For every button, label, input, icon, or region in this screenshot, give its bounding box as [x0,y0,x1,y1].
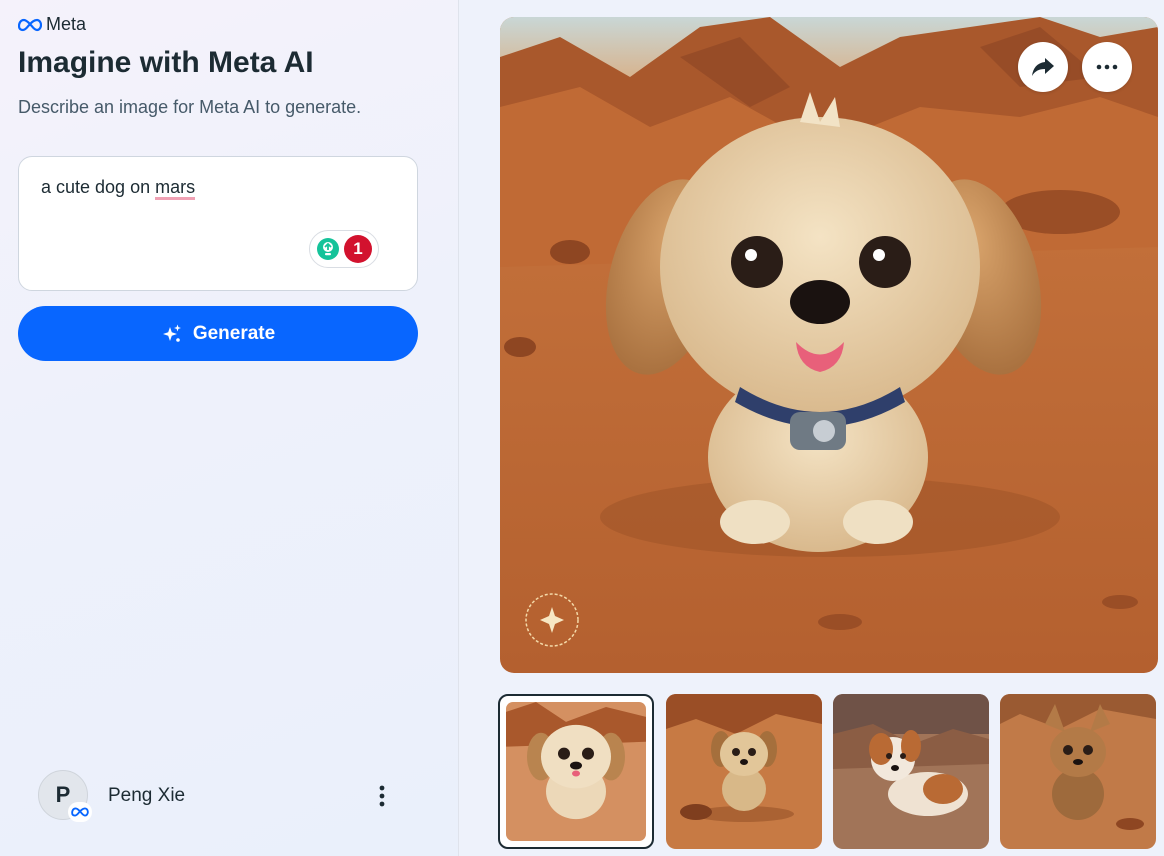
image-viewer [460,0,1164,856]
share-button[interactable] [1018,42,1068,92]
meta-logo-text: Meta [46,14,87,34]
more-vertical-icon [379,785,385,807]
more-horizontal-icon [1096,64,1118,70]
generated-image-main[interactable] [500,17,1158,673]
left-panel: Meta Imagine with Meta AI Describe an im… [0,0,459,856]
page-subtitle: Describe an image for Meta AI to generat… [18,97,362,117]
prompt-input[interactable]: a cute dog on mars 1 [18,156,418,291]
thumbnail-4-image [1000,694,1156,849]
user-menu-button[interactable] [372,782,392,810]
avatar-initial: P [55,782,71,807]
meta-infinity-icon [18,18,42,31]
image-thumbnails [498,694,1158,850]
grammar-issue-count-badge: 1 [344,235,372,263]
dog-on-mars-image [500,17,1158,673]
thumbnail-3-image [833,694,989,849]
generate-button-label: Generate [192,322,276,344]
thumbnail-4[interactable] [1000,694,1156,849]
sparkle-icon [162,324,181,342]
thumbnail-2-image [666,694,822,849]
more-options-button[interactable] [1082,42,1132,92]
spellcheck-flagged-word[interactable]: mars [155,177,196,200]
thumbnail-2[interactable] [666,694,822,849]
prompt-text: a cute dog on mars [41,177,196,200]
meta-logo[interactable]: Meta [18,14,86,35]
user-name: Peng Xie [108,785,186,806]
grammar-assistant-pill[interactable]: 1 [309,230,379,268]
thumbnail-1[interactable] [498,694,654,849]
thumbnail-1-image [506,702,646,841]
prompt-text-main: a cute dog on [41,177,156,197]
page-title: Imagine with Meta AI [18,46,314,79]
meta-badge-icon [68,802,92,822]
thumbnail-3[interactable] [833,694,989,849]
generate-button[interactable]: Generate [18,306,418,361]
share-arrow-icon [1032,58,1054,76]
user-profile: P Peng Xie [38,770,438,822]
grammarly-icon [317,238,339,260]
